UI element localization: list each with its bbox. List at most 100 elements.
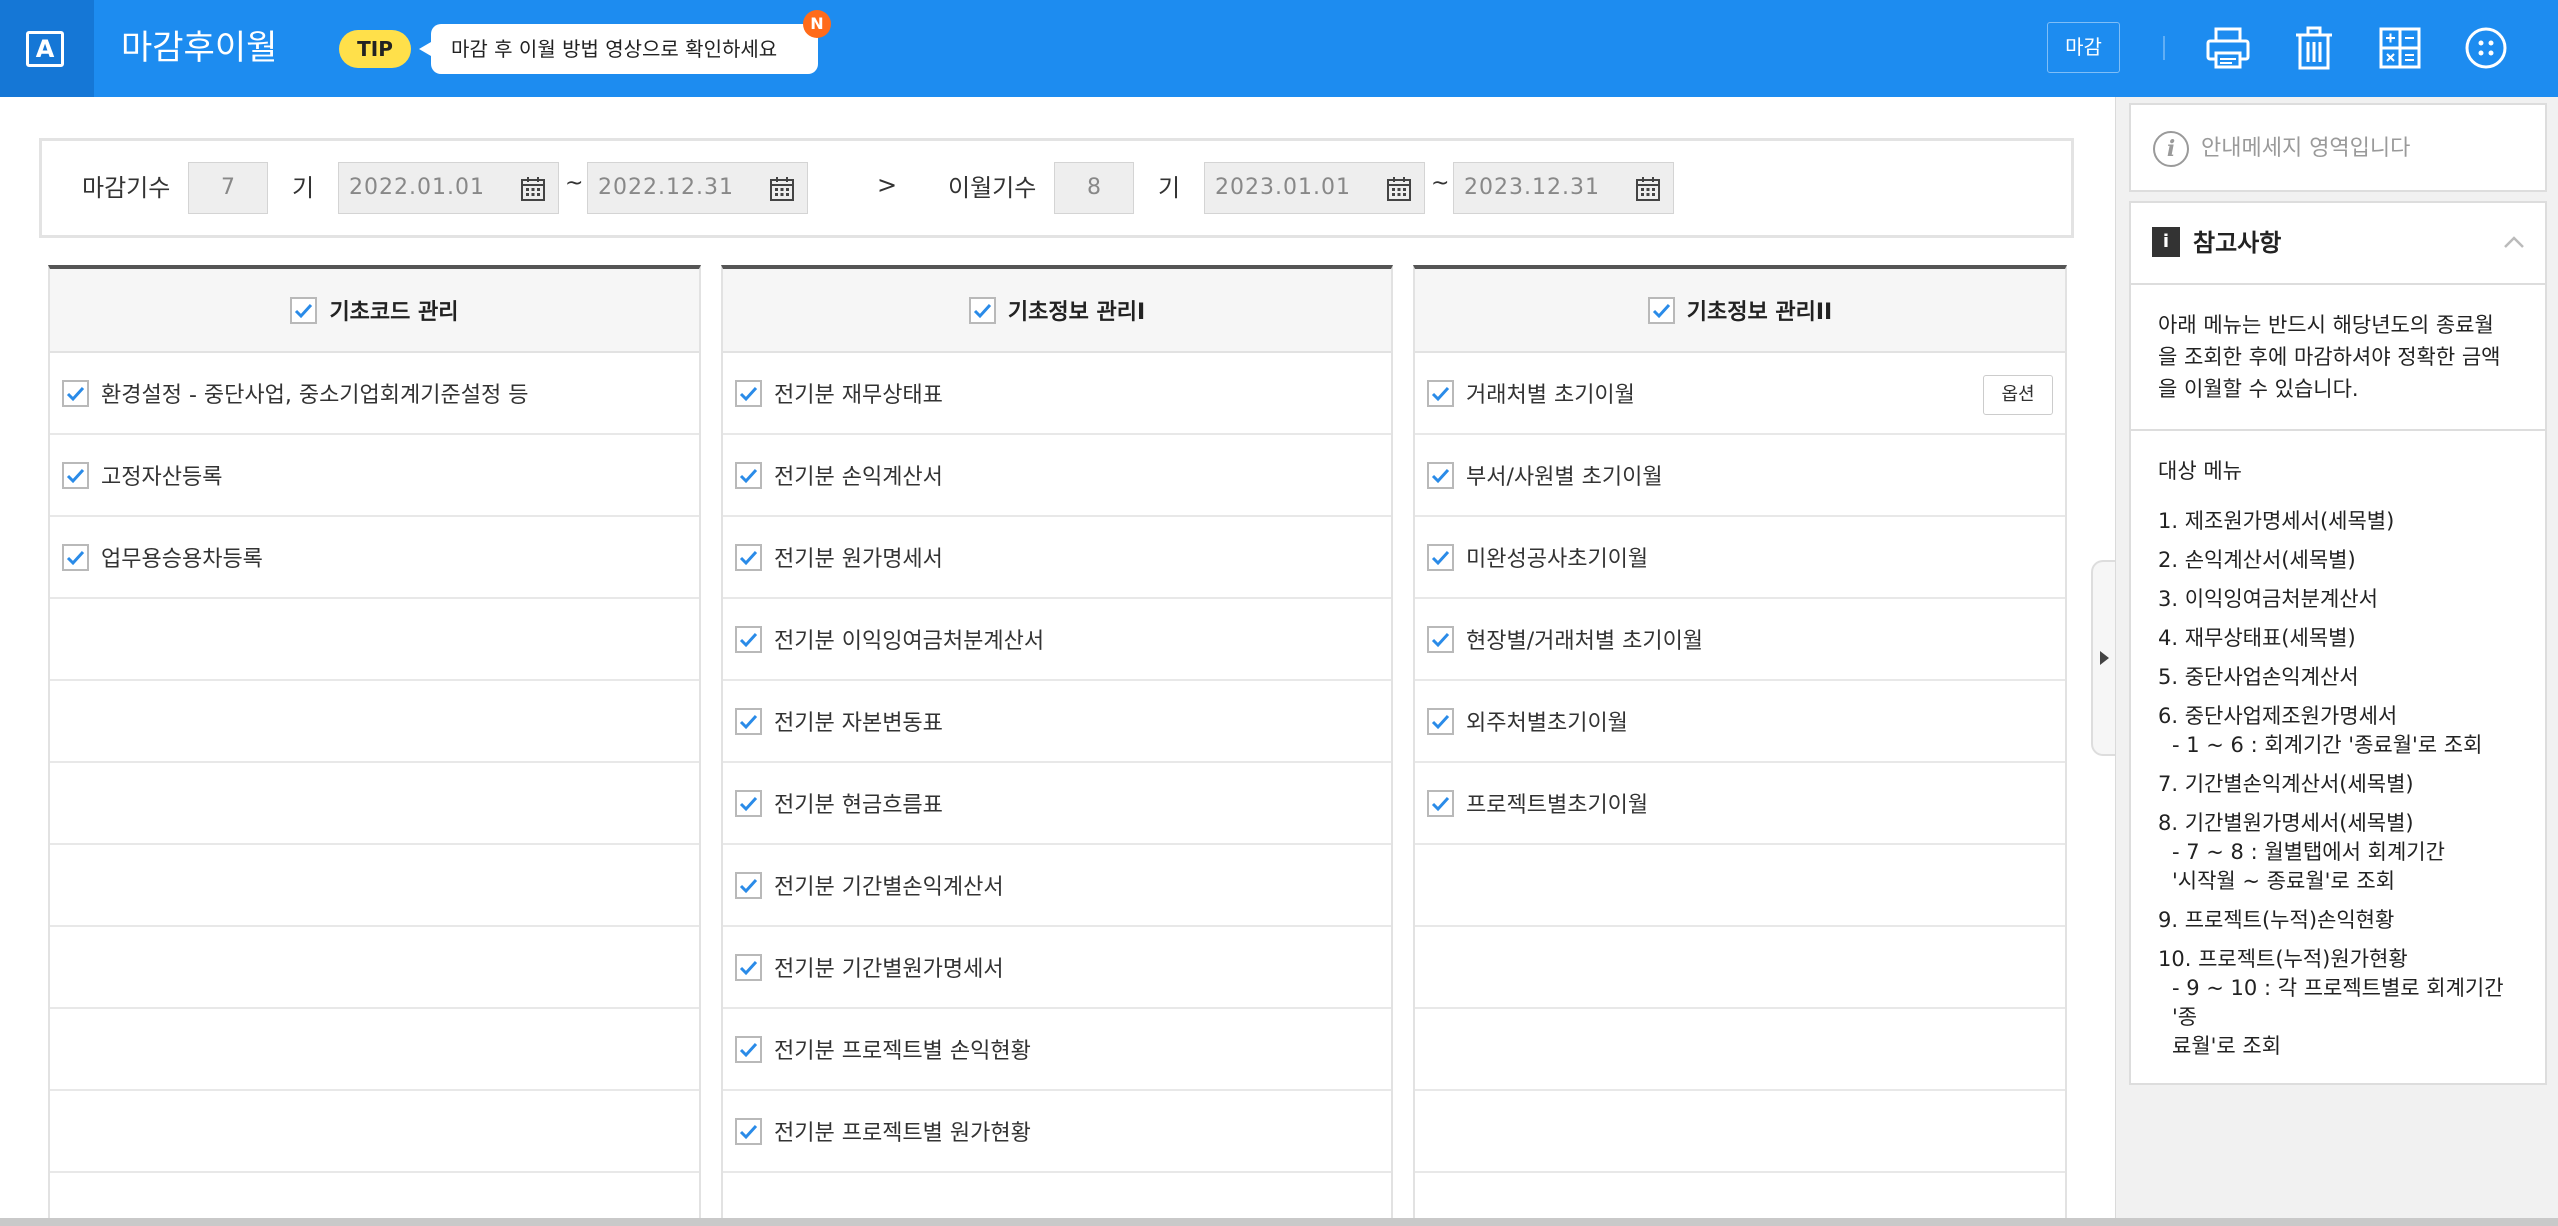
select-all-checkbox[interactable] <box>968 296 996 324</box>
close-start-date-field[interactable]: 2022.01.01 <box>338 162 559 214</box>
menu-row: 전기분 기간별손익계산서 <box>723 845 1391 927</box>
menu-checkbox[interactable] <box>1427 461 1454 489</box>
menu-label[interactable]: 전기분 손익계산서 <box>774 459 943 491</box>
menu-checkbox[interactable] <box>735 953 762 981</box>
menu-label[interactable]: 전기분 현금흐름표 <box>774 787 943 819</box>
calendar-icon[interactable] <box>1635 176 1661 202</box>
option-button[interactable]: 옵션 <box>1983 375 2053 415</box>
target-menu-item: 8. 기간별원가명세서(세목별) - 7 ~ 8 : 월별탭에서 회계기간 '시… <box>2158 809 2523 896</box>
column-title: 기초코드 관리 <box>329 300 459 325</box>
menu-label[interactable]: 전기분 이익잉여금처분계산서 <box>774 623 1044 655</box>
empty-row <box>50 1009 699 1091</box>
reference-header[interactable]: i 참고사항 <box>2131 203 2545 285</box>
carry-start-date-field[interactable]: 2023.01.01 <box>1204 162 1425 214</box>
target-menu-item: 1. 제조원가명세서(세목별) <box>2158 509 2395 533</box>
reference-box: i 참고사항 아래 메뉴는 반드시 해당년도의 종료월 을 조회한 후에 마감하… <box>2129 201 2547 1085</box>
menu-label[interactable]: 부서/사원별 초기이월 <box>1466 459 1663 491</box>
menu-checkbox[interactable] <box>62 461 89 489</box>
empty-row <box>1415 1009 2065 1091</box>
panel-collapse-toggle[interactable] <box>2091 560 2115 756</box>
date-range-separator: ~ <box>1431 171 1450 196</box>
menu-checkbox[interactable] <box>1427 625 1454 653</box>
calendar-icon[interactable] <box>520 176 546 202</box>
menu-label[interactable]: 환경설정 - 중단사업, 중소기업회계기준설정 등 <box>101 377 528 409</box>
trash-icon[interactable] <box>2290 24 2338 72</box>
carry-term-input[interactable]: 8 <box>1054 162 1134 214</box>
header-divider <box>2163 36 2165 60</box>
menu-checkbox[interactable] <box>62 543 89 571</box>
menu-label[interactable]: 고정자산등록 <box>101 459 222 491</box>
menu-label[interactable]: 전기분 기간별손익계산서 <box>774 869 1004 901</box>
target-menu-note: 료월'로 조회 <box>2172 1034 2282 1058</box>
calculator-icon[interactable] <box>2376 24 2424 72</box>
menu-row: 전기분 현금흐름표 <box>723 763 1391 845</box>
column-header: 기초정보 관리I <box>723 269 1391 353</box>
menu-checkbox[interactable] <box>1427 789 1454 817</box>
carry-end-date-field[interactable]: 2023.12.31 <box>1453 162 1674 214</box>
window-bottom-edge <box>0 1218 2558 1226</box>
target-menu-item: 2. 손익계산서(세목별) <box>2158 548 2356 572</box>
close-term-input[interactable]: 7 <box>188 162 268 214</box>
empty-row <box>50 599 699 681</box>
select-all-checkbox[interactable] <box>1647 296 1675 324</box>
menu-label[interactable]: 현장별/거래처별 초기이월 <box>1466 623 1703 655</box>
close-period-button[interactable]: 마감 <box>2047 22 2120 73</box>
menu-label[interactable]: 거래처별 초기이월 <box>1466 377 1635 409</box>
basic-code-column: 기초코드 관리환경설정 - 중단사업, 중소기업회계기준설정 등고정자산등록업무… <box>48 265 701 1226</box>
menu-checkbox[interactable] <box>735 625 762 653</box>
calendar-icon[interactable] <box>1386 176 1412 202</box>
target-menu-item-label: 8. 기간별원가명세서(세목별) <box>2158 811 2414 835</box>
tip-badge[interactable]: TIP <box>339 30 411 68</box>
menu-label[interactable]: 전기분 기간별원가명세서 <box>774 951 1004 983</box>
empty-row <box>50 845 699 927</box>
menu-checkbox[interactable] <box>735 379 762 407</box>
menu-row: 전기분 손익계산서 <box>723 435 1391 517</box>
empty-row <box>50 1091 699 1173</box>
menu-label[interactable]: 미완성공사초기이월 <box>1466 541 1648 573</box>
menu-label[interactable]: 외주처별초기이월 <box>1466 705 1628 737</box>
menu-checkbox[interactable] <box>735 461 762 489</box>
target-menu-item: 5. 중단사업손익계산서 <box>2158 665 2359 689</box>
menu-row: 전기분 프로젝트별 원가현황 <box>723 1091 1391 1173</box>
close-start-date: 2022.01.01 <box>349 175 485 200</box>
menu-label[interactable]: 전기분 재무상태표 <box>774 377 943 409</box>
menu-label[interactable]: 전기분 프로젝트별 손익현황 <box>774 1033 1031 1065</box>
new-badge: N <box>803 10 831 38</box>
menu-row: 전기분 기간별원가명세서 <box>723 927 1391 1009</box>
menu-checkbox[interactable] <box>735 1117 762 1145</box>
close-end-date-field[interactable]: 2022.12.31 <box>587 162 808 214</box>
menu-checkbox[interactable] <box>735 789 762 817</box>
menu-row: 전기분 프로젝트별 손익현황 <box>723 1009 1391 1091</box>
more-apps-icon[interactable] <box>2462 24 2510 72</box>
menu-checkbox[interactable] <box>735 707 762 735</box>
menu-row: 외주처별초기이월 <box>1415 681 2065 763</box>
menu-label[interactable]: 전기분 프로젝트별 원가현황 <box>774 1115 1031 1147</box>
menu-checkbox[interactable] <box>735 543 762 571</box>
carry-term-suffix: 기 <box>1158 174 1181 202</box>
menu-checkbox[interactable] <box>62 379 89 407</box>
menu-checkbox[interactable] <box>1427 379 1454 407</box>
print-icon[interactable] <box>2204 24 2252 72</box>
app-logo[interactable]: A <box>0 0 94 97</box>
tip-message[interactable]: 마감 후 이월 방법 영상으로 확인하세요 <box>419 24 818 74</box>
menu-row: 업무용승용차등록 <box>50 517 699 599</box>
reference-icon: i <box>2152 227 2180 257</box>
chevron-up-icon[interactable] <box>2501 229 2527 255</box>
menu-checkbox[interactable] <box>1427 707 1454 735</box>
app-header: A 마감후이월 TIP 마감 후 이월 방법 영상으로 확인하세요 N 마감 <box>0 0 2558 97</box>
menu-checkbox[interactable] <box>735 871 762 899</box>
reference-desc-line: 을 조회한 후에 마감하셔야 정확한 금액 <box>2158 345 2501 369</box>
basic-info-2-column: 기초정보 관리II 거래처별 초기이월 옵션 부서/사원별 초기이월 미완성공사초기이월… <box>1413 265 2067 1226</box>
select-all-checkbox[interactable] <box>290 296 318 324</box>
menu-label[interactable]: 전기분 원가명세서 <box>774 541 943 573</box>
carry-end-date: 2023.12.31 <box>1464 175 1600 200</box>
calendar-icon[interactable] <box>769 176 795 202</box>
menu-label[interactable]: 프로젝트별초기이월 <box>1466 787 1648 819</box>
menu-label[interactable]: 업무용승용차등록 <box>101 541 263 573</box>
menu-checkbox[interactable] <box>735 1035 762 1063</box>
menu-row: 전기분 이익잉여금처분계산서 <box>723 599 1391 681</box>
menu-label[interactable]: 전기분 자본변동표 <box>774 705 943 737</box>
target-menu-item: 4. 재무상태표(세목별) <box>2158 626 2356 650</box>
menu-checkbox[interactable] <box>1427 543 1454 571</box>
date-range-separator: ~ <box>565 171 584 196</box>
